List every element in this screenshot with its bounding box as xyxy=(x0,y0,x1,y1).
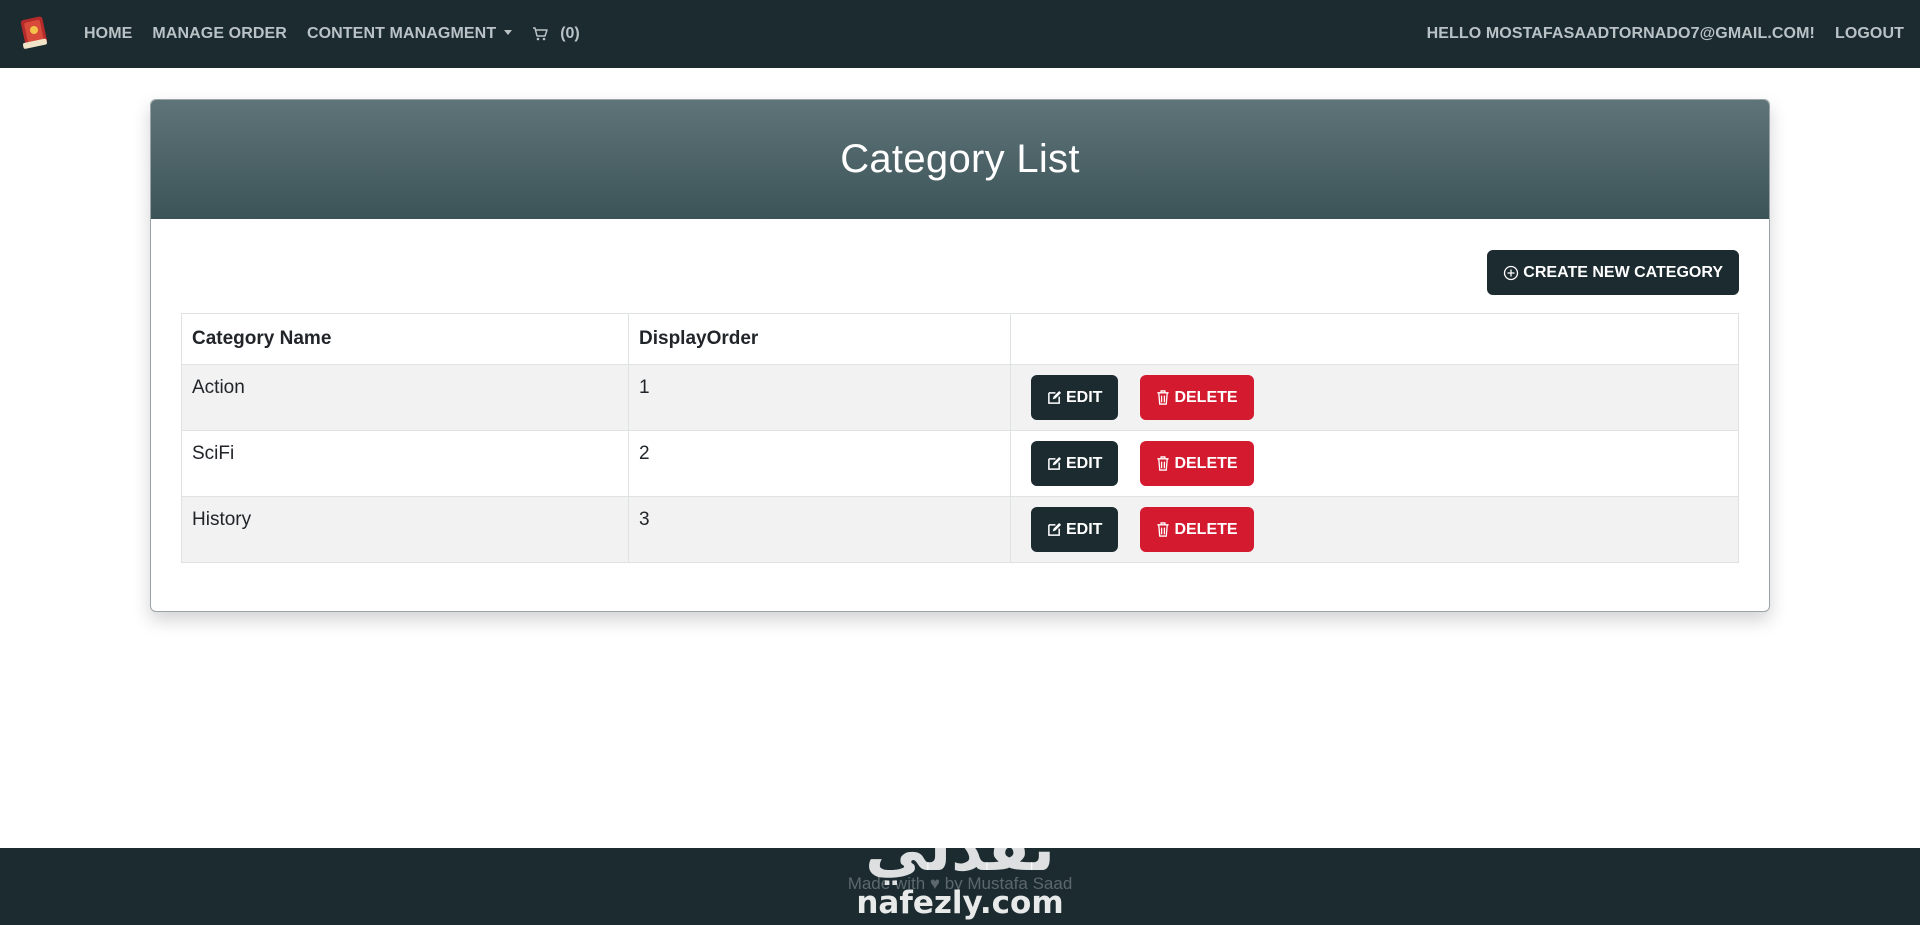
top-navbar: HOME MANAGE ORDER CONTENT MANAGMENT (0) … xyxy=(0,0,1920,68)
nafezly-watermark: نفذلي nafezly.com xyxy=(856,812,1063,921)
table-row: History 3 EDIT DELETE xyxy=(181,496,1739,563)
edit-button[interactable]: EDIT xyxy=(1031,507,1119,552)
watermark-arabic: نفذلي xyxy=(865,812,1055,885)
cart-link[interactable]: (0) xyxy=(532,25,580,43)
card-header: Category List xyxy=(151,100,1769,219)
book-icon[interactable] xyxy=(16,15,54,53)
edit-icon xyxy=(1048,522,1062,536)
nav-manage-order[interactable]: MANAGE ORDER xyxy=(152,25,287,43)
create-new-category-button[interactable]: CREATE NEW CATEGORY xyxy=(1487,250,1739,295)
cart-icon xyxy=(533,27,548,41)
edit-label: EDIT xyxy=(1066,454,1103,472)
trash-icon xyxy=(1157,390,1170,405)
cart-count: (0) xyxy=(560,25,580,42)
watermark-latin: nafezly.com xyxy=(856,885,1063,921)
edit-label: EDIT xyxy=(1066,388,1103,406)
user-greeting[interactable]: HELLO MOSTAFASAADTORNADO7@GMAIL.COM! xyxy=(1427,25,1815,43)
trash-icon xyxy=(1157,456,1170,471)
edit-button[interactable]: EDIT xyxy=(1031,375,1119,420)
edit-icon xyxy=(1048,390,1062,404)
display-order-cell: 3 xyxy=(628,496,1011,563)
delete-button[interactable]: DELETE xyxy=(1140,375,1254,420)
logout-link[interactable]: LOGOUT xyxy=(1835,25,1904,43)
delete-label: DELETE xyxy=(1174,388,1238,406)
category-name-cell: SciFi xyxy=(181,430,629,497)
category-table: Category Name DisplayOrder Action 1 EDIT… xyxy=(181,313,1739,563)
create-button-label: CREATE NEW CATEGORY xyxy=(1523,263,1723,281)
table-row: SciFi 2 EDIT DELETE xyxy=(181,430,1739,497)
column-header-actions xyxy=(1010,313,1739,365)
edit-label: EDIT xyxy=(1066,520,1103,538)
column-header-display-order: DisplayOrder xyxy=(628,313,1011,365)
category-name-cell: Action xyxy=(181,364,629,431)
nav-content-management-dropdown[interactable]: CONTENT MANAGMENT xyxy=(307,25,512,43)
display-order-cell: 1 xyxy=(628,364,1011,431)
trash-icon xyxy=(1157,522,1170,537)
delete-label: DELETE xyxy=(1174,520,1238,538)
column-header-category-name: Category Name xyxy=(181,313,629,365)
delete-button[interactable]: DELETE xyxy=(1140,507,1254,552)
delete-button[interactable]: DELETE xyxy=(1140,441,1254,486)
delete-label: DELETE xyxy=(1174,454,1238,472)
actions-cell: EDIT DELETE xyxy=(1010,496,1739,563)
category-list-card: Category List CREATE NEW CATEGORY Catego… xyxy=(150,99,1770,612)
edit-icon xyxy=(1048,456,1062,470)
plus-circle-icon xyxy=(1504,265,1519,280)
actions-cell: EDIT DELETE xyxy=(1010,430,1739,497)
page-title: Category List xyxy=(840,137,1080,181)
actions-cell: EDIT DELETE xyxy=(1010,364,1739,431)
table-row: Action 1 EDIT DELETE xyxy=(181,364,1739,431)
category-name-cell: History xyxy=(181,496,629,563)
display-order-cell: 2 xyxy=(628,430,1011,497)
nav-home[interactable]: HOME xyxy=(84,25,132,43)
edit-button[interactable]: EDIT xyxy=(1031,441,1119,486)
